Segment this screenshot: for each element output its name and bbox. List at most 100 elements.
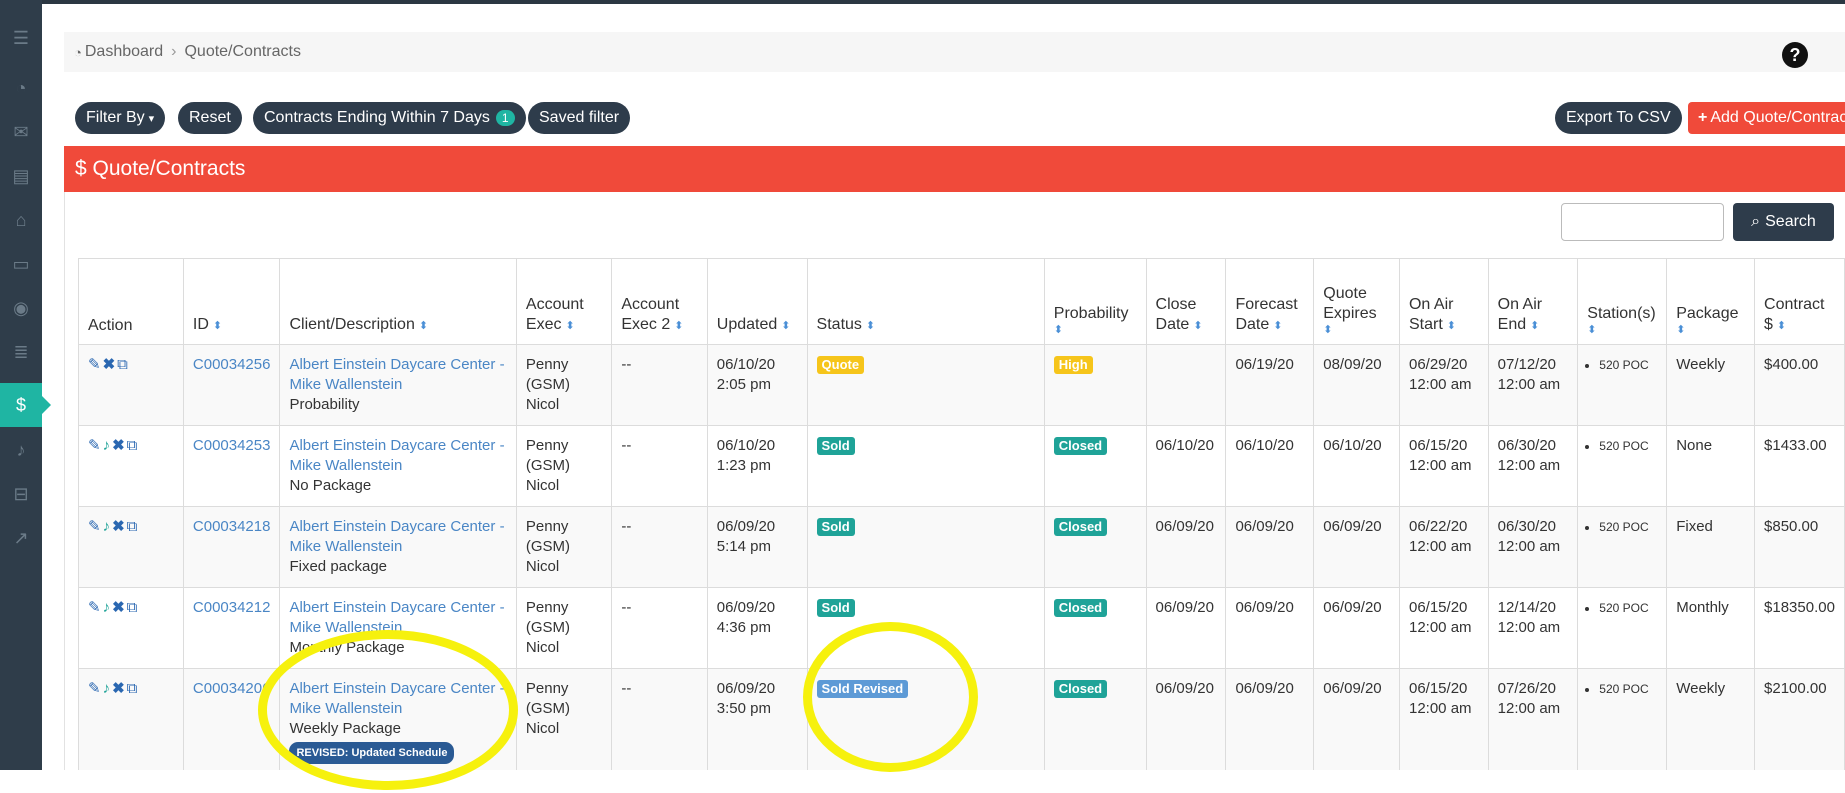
col-on-air-end[interactable]: On Air End ⬍ — [1487, 258, 1579, 345]
copy-icon[interactable]: ⧉ — [127, 436, 138, 456]
station-item: 520 POC — [1599, 679, 1657, 699]
col-on-air-start[interactable]: On Air Start ⬍ — [1398, 258, 1489, 345]
add-quote-contract-button[interactable]: + Add Quote/Contract — [1688, 102, 1845, 134]
col-account-exec[interactable]: Account Exec ⬍ — [515, 258, 613, 345]
col-package[interactable]: Package ⬍ — [1666, 258, 1756, 345]
id-card-icon[interactable]: ▭ — [0, 242, 42, 286]
pencil-icon[interactable]: ✎ — [88, 679, 101, 699]
delete-icon[interactable]: ✖ — [112, 679, 125, 699]
car-icon[interactable]: ⊟ — [0, 472, 42, 516]
delete-icon[interactable]: ✖ — [112, 517, 125, 537]
copy-icon[interactable]: ⧉ — [127, 598, 138, 618]
microphone-icon[interactable]: ♪ — [0, 428, 42, 472]
list-icon[interactable]: ≣ — [0, 330, 42, 374]
client-link[interactable]: Albert Einstein Daycare Center - — [289, 599, 504, 616]
copy-icon[interactable]: ⧉ — [127, 679, 138, 699]
col-status[interactable]: Status ⬍ — [806, 258, 1045, 345]
updated-time: 2:05 pm — [716, 376, 771, 393]
export-csv-button[interactable]: Export To CSV — [1555, 102, 1682, 134]
client-link[interactable]: Albert Einstein Daycare Center - — [289, 356, 504, 373]
sort-icon[interactable]: ⬍ — [1193, 320, 1202, 332]
pencil-icon[interactable]: ✎ — [88, 598, 101, 618]
search-input[interactable] — [1561, 203, 1724, 241]
col-client[interactable]: Client/Description ⬍ — [279, 258, 517, 345]
breadcrumb-dashboard[interactable]: Dashboard — [85, 43, 163, 61]
exec-name: Penny — [525, 437, 569, 454]
sort-icon[interactable]: ⬍ — [781, 320, 790, 332]
col-probability[interactable]: Probability ⬍ — [1043, 258, 1147, 345]
exec-name: Penny — [525, 356, 569, 373]
col-account-exec-2[interactable]: Account Exec 2 ⬍ — [611, 258, 708, 345]
delete-icon[interactable]: ✖ — [112, 436, 125, 456]
on-air-end-time: 12:00 am — [1497, 700, 1561, 717]
col-id[interactable]: ID ⬍ — [182, 258, 281, 345]
col-updated[interactable]: Updated ⬍ — [706, 258, 808, 345]
delete-icon[interactable]: ✖ — [112, 598, 125, 618]
status-badge: Sold — [816, 437, 855, 455]
microphone-icon[interactable]: ♪ — [103, 679, 111, 699]
pencil-icon[interactable]: ✎ — [88, 355, 101, 375]
pencil-icon[interactable]: ✎ — [88, 517, 101, 537]
col-stations[interactable]: Station(s) ⬍ — [1577, 258, 1668, 345]
sort-icon[interactable]: ⬍ — [1676, 324, 1745, 336]
sort-icon[interactable]: ⬍ — [866, 320, 875, 332]
contract-id-link[interactable]: C00034218 — [193, 518, 271, 535]
dollar-icon[interactable]: $ — [0, 383, 51, 427]
sort-icon[interactable]: ⬍ — [1777, 320, 1786, 332]
client-link[interactable]: Albert Einstein Daycare Center - — [289, 437, 504, 454]
sort-icon[interactable]: ⬍ — [1587, 324, 1657, 336]
on-air-end-time: 12:00 am — [1497, 376, 1561, 393]
col-forecast-date[interactable]: Forecast Date ⬍ — [1225, 258, 1315, 345]
col-contract[interactable]: Contract $ ⬍ — [1754, 258, 1845, 345]
contracts-ending-button[interactable]: Contracts Ending Within 7 Days 1 — [253, 102, 526, 134]
client-contact-link[interactable]: Mike Wallenstein — [289, 700, 402, 717]
sort-icon[interactable]: ⬍ — [565, 320, 574, 332]
dashboard-icon[interactable]: ◔ — [0, 66, 42, 110]
client-contact-link[interactable]: Mike Wallenstein — [289, 457, 402, 474]
bank-icon[interactable]: ⌂ — [0, 198, 42, 242]
filter-by-label: Filter By — [86, 109, 145, 126]
exec-surname: Nicol — [525, 720, 560, 737]
chart-icon[interactable]: ↗ — [0, 516, 42, 560]
on-air-start-time: 12:00 am — [1408, 376, 1472, 393]
microphone-icon[interactable]: ♪ — [103, 436, 111, 456]
filter-by-button[interactable]: Filter By ▾ — [75, 102, 166, 134]
mail-icon[interactable]: ✉ — [0, 110, 42, 154]
user-circle-icon[interactable]: ◉ — [0, 286, 42, 330]
sort-icon[interactable]: ⬍ — [1530, 320, 1539, 332]
sort-icon[interactable]: ⬍ — [213, 320, 222, 332]
client-contact-link[interactable]: Mike Wallenstein — [289, 619, 402, 636]
contract-id-link[interactable]: C00034256 — [193, 356, 271, 373]
building-icon[interactable]: ▤ — [0, 154, 42, 198]
col-quote-expires[interactable]: Quote Expires ⬍ — [1313, 258, 1400, 345]
reset-button[interactable]: Reset — [178, 102, 242, 134]
copy-icon[interactable]: ⧉ — [127, 517, 138, 537]
contract-amount: $1433.00 — [1754, 425, 1845, 507]
sort-icon[interactable]: ⬍ — [419, 320, 428, 332]
client-link[interactable]: Albert Einstein Daycare Center - — [289, 518, 504, 535]
search-button[interactable]: ⌕ Search — [1733, 203, 1834, 241]
sort-icon[interactable]: ⬍ — [1323, 324, 1390, 336]
sort-icon[interactable]: ⬍ — [1054, 324, 1137, 336]
client-contact-link[interactable]: Mike Wallenstein — [289, 376, 402, 393]
description: Probability — [289, 396, 360, 413]
sort-icon[interactable]: ⬍ — [1447, 320, 1456, 332]
client-contact-link[interactable]: Mike Wallenstein — [289, 538, 402, 555]
exec-surname: Nicol — [525, 396, 560, 413]
delete-icon[interactable]: ✖ — [103, 355, 116, 375]
on-air-start-date: 06/15/20 — [1408, 680, 1468, 697]
contract-id-link[interactable]: C00034253 — [193, 437, 271, 454]
copy-icon[interactable]: ⧉ — [117, 355, 128, 375]
sort-icon[interactable]: ⬍ — [674, 320, 683, 332]
microphone-icon[interactable]: ♪ — [103, 598, 111, 618]
menu-toggle-icon[interactable]: ☰ — [0, 16, 42, 60]
help-icon[interactable]: ? — [1782, 42, 1808, 68]
pencil-icon[interactable]: ✎ — [88, 436, 101, 456]
client-link[interactable]: Albert Einstein Daycare Center - — [289, 680, 504, 697]
contract-id-link[interactable]: C00034206 — [193, 680, 271, 697]
microphone-icon[interactable]: ♪ — [103, 517, 111, 537]
contract-id-link[interactable]: C00034212 — [193, 599, 271, 616]
col-close-date[interactable]: Close Date ⬍ — [1145, 258, 1227, 345]
saved-filter-button[interactable]: Saved filter — [528, 102, 631, 134]
sort-icon[interactable]: ⬍ — [1273, 320, 1282, 332]
